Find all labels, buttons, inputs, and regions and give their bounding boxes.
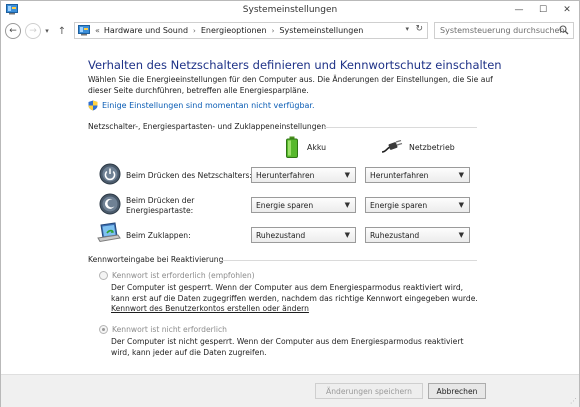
chevron-down-icon: ▼	[344, 171, 350, 179]
password-not-required-desc: Der Computer ist nicht gesperrt. Wenn de…	[111, 337, 464, 357]
change-password-link[interactable]: Kennwort des Benutzerkontos erstellen od…	[111, 304, 309, 315]
unavailable-settings-link-text[interactable]: Einige Einstellungen sind momentan nicht…	[102, 101, 315, 110]
title-bar: Systemeinstellungen — ☐ ✕	[1, 1, 579, 19]
page-title: Verhalten des Netzschalters definieren u…	[88, 58, 502, 72]
password-not-required-option[interactable]: Kennwort ist nicht erforderlich	[99, 325, 227, 334]
search-placeholder: Systemsteuerung durchsuchen	[440, 26, 565, 35]
recent-locations-chevron-icon[interactable]: ▾	[43, 23, 51, 39]
chevron-down-icon: ▼	[458, 171, 464, 179]
sleep-button-label-line: Beim Drücken der	[126, 196, 195, 205]
window-title: Systemeinstellungen	[242, 5, 338, 15]
lid-close-battery-select[interactable]: Ruhezustand ▼	[251, 227, 356, 243]
cancel-button[interactable]: Abbrechen	[428, 383, 486, 399]
breadcrumb-overflow-icon[interactable]: «	[95, 26, 100, 35]
laptop-lid-icon	[97, 222, 121, 243]
power-button-battery-select[interactable]: Herunterfahren ▼	[251, 167, 356, 183]
power-button-plugged-select[interactable]: Herunterfahren ▼	[365, 167, 470, 183]
power-button-label: Beim Drücken des Netzschalters:	[126, 171, 252, 180]
chevron-down-icon: ▼	[344, 201, 350, 209]
search-icon[interactable]	[559, 25, 569, 35]
sleep-button-plugged-value: Energie sparen	[370, 200, 428, 210]
power-button-icon	[99, 163, 121, 185]
buttons-section-title: Netzschalter-, Energiespartasten- und Zu…	[88, 122, 327, 131]
lid-close-plugged-select[interactable]: Ruhezustand ▼	[365, 227, 470, 243]
address-bar[interactable]: « Hardware und Sound › Energieoptionen ›…	[74, 22, 428, 39]
password-required-desc: Der Computer ist gesperrt. Wenn der Comp…	[111, 283, 478, 303]
forward-button[interactable]: →	[25, 23, 41, 39]
refresh-icon[interactable]: ↻	[415, 24, 423, 34]
breadcrumb-item[interactable]: Energieoptionen	[201, 26, 267, 35]
sleep-button-icon	[99, 193, 121, 215]
intro-text: Wählen Sie die Energieeinstellungen für …	[88, 75, 493, 95]
control-panel-icon	[6, 4, 18, 15]
save-changes-button[interactable]: Änderungen speichern	[315, 383, 423, 399]
lid-close-plugged-value: Ruhezustand	[370, 230, 420, 240]
lid-close-label: Beim Zuklappen:	[126, 231, 191, 240]
breadcrumb-item[interactable]: Hardware und Sound	[104, 26, 188, 35]
sleep-button-plugged-select[interactable]: Energie sparen ▼	[365, 197, 470, 213]
password-required-option[interactable]: Kennwort ist erforderlich (empfohlen)	[99, 271, 255, 280]
navigation-bar: ← → ▾ ↑ « Hardware und Sound › Energieop…	[1, 20, 579, 42]
breadcrumb-item[interactable]: Systemeinstellungen	[279, 26, 363, 35]
column-plugged-label: Netzbetrieb	[409, 142, 455, 152]
section-divider	[324, 127, 477, 128]
chevron-down-icon: ▼	[344, 231, 350, 239]
sleep-button-battery-value: Energie sparen	[256, 200, 314, 210]
sleep-button-battery-select[interactable]: Energie sparen ▼	[251, 197, 356, 213]
window: Systemeinstellungen — ☐ ✕ ← → ▾ ↑ « Hard…	[0, 0, 580, 407]
maximize-button[interactable]: ☐	[531, 1, 555, 19]
minimize-button[interactable]: —	[507, 1, 531, 19]
resize-grip-icon[interactable]: ⋰	[570, 397, 577, 405]
breadcrumb-separator-icon[interactable]: ›	[272, 27, 275, 35]
column-battery-label: Akku	[307, 142, 327, 152]
password-not-required-label[interactable]: Kennwort ist nicht erforderlich	[112, 325, 227, 334]
chevron-down-icon: ▼	[458, 231, 464, 239]
sleep-button-label-line: Energiespartaste:	[126, 206, 194, 215]
unavailable-settings-link[interactable]: Einige Einstellungen sind momentan nicht…	[88, 100, 315, 111]
back-button[interactable]: ←	[5, 23, 21, 39]
control-panel-icon	[78, 25, 90, 36]
uac-shield-icon	[88, 100, 98, 111]
password-required-label[interactable]: Kennwort ist erforderlich (empfohlen)	[112, 271, 255, 280]
password-required-radio[interactable]	[99, 271, 108, 280]
main-content: Verhalten des Netzschalters definieren u…	[1, 44, 579, 374]
power-plug-icon	[381, 140, 403, 153]
password-section-title: Kennworteingabe bei Reaktivierung	[88, 255, 224, 264]
close-button[interactable]: ✕	[555, 1, 579, 19]
window-controls: — ☐ ✕	[507, 1, 579, 19]
sleep-button-label: Beim Drücken der Energiespartaste:	[126, 196, 194, 216]
chevron-down-icon: ▼	[458, 201, 464, 209]
search-input[interactable]: Systemsteuerung durchsuchen	[434, 22, 574, 39]
up-button[interactable]: ↑	[55, 23, 69, 39]
column-battery: Akku	[286, 136, 326, 158]
power-button-battery-value: Herunterfahren	[256, 170, 315, 180]
section-divider	[222, 260, 477, 261]
battery-icon	[286, 136, 298, 158]
address-dropdown-icon[interactable]: ▾	[405, 25, 409, 33]
lid-close-battery-value: Ruhezustand	[256, 230, 306, 240]
password-not-required-radio[interactable]	[99, 325, 108, 334]
breadcrumb-separator-icon[interactable]: ›	[193, 27, 196, 35]
power-button-plugged-value: Herunterfahren	[370, 170, 429, 180]
footer-bar: Änderungen speichern Abbrechen ⋰	[1, 374, 579, 407]
column-plugged: Netzbetrieb	[381, 140, 455, 154]
